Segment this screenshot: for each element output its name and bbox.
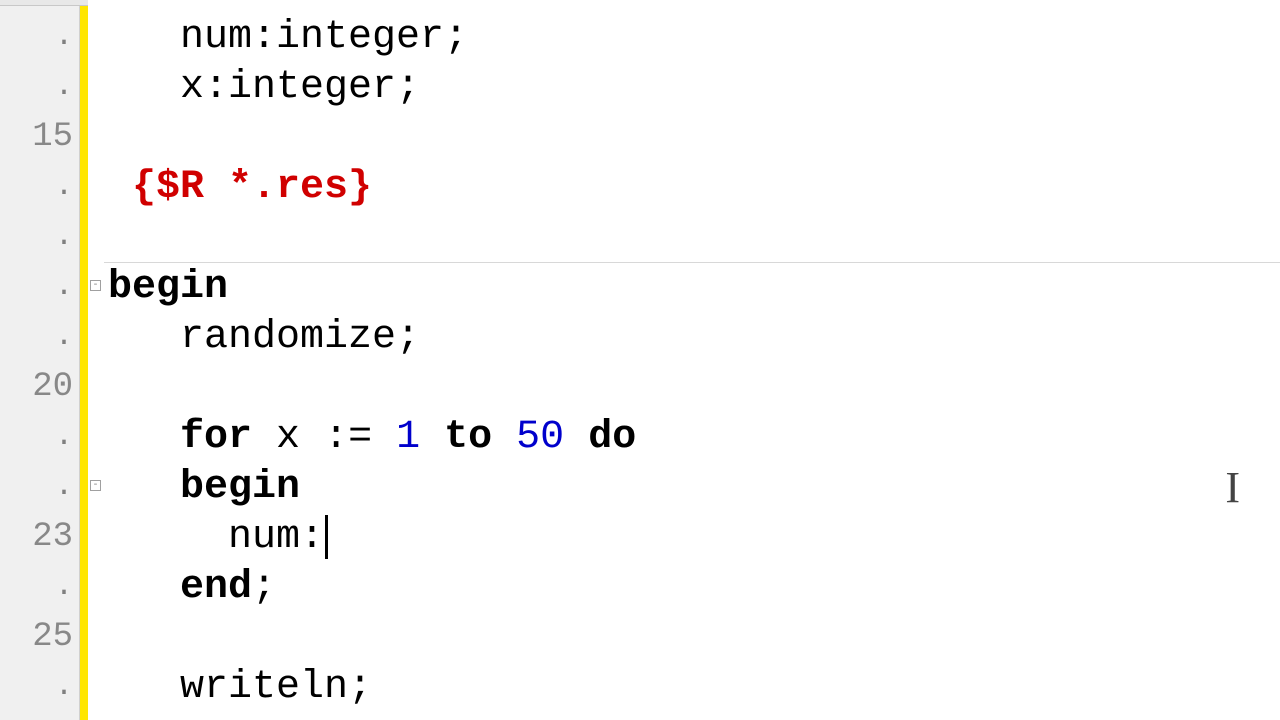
gutter-mark: . xyxy=(0,312,79,362)
identifier: x xyxy=(276,415,300,460)
code-text: writeln; xyxy=(180,665,372,710)
code-text: randomize; xyxy=(180,315,420,360)
gutter-mark: . xyxy=(0,262,79,312)
compiler-directive: {$R *.res} xyxy=(132,165,372,210)
keyword-begin: begin xyxy=(108,265,228,310)
operator-assign: := xyxy=(324,415,372,460)
keyword-to: to xyxy=(444,415,492,460)
code-text: num:integer; xyxy=(180,15,468,60)
code-text: x:integer; xyxy=(180,65,420,110)
code-line[interactable]: {$R *.res} xyxy=(104,162,1280,212)
code-line[interactable] xyxy=(104,212,1280,262)
code-line[interactable] xyxy=(104,362,1280,412)
code-editor[interactable]: . . 15 . . . . 20 . . 23 . 25 . - - num:… xyxy=(0,0,1280,720)
code-line[interactable]: end; xyxy=(104,562,1280,612)
code-line[interactable]: num: xyxy=(104,512,1280,562)
gutter-mark: . xyxy=(0,462,79,512)
gutter-line-number: 15 xyxy=(0,112,79,162)
gutter-line-number: 20 xyxy=(0,362,79,412)
keyword-begin: begin xyxy=(180,465,300,510)
code-line[interactable]: randomize; xyxy=(104,312,1280,362)
code-line[interactable]: begin xyxy=(104,262,1280,312)
keyword-for: for xyxy=(180,415,252,460)
gutter-mark: . xyxy=(0,212,79,262)
code-line[interactable]: writeln; xyxy=(104,662,1280,712)
code-line[interactable] xyxy=(104,612,1280,662)
keyword-end: end xyxy=(180,565,252,610)
gutter-mark: . xyxy=(0,662,79,712)
gutter-line-number: 23 xyxy=(0,512,79,562)
gutter-mark: . xyxy=(0,562,79,612)
keyword-do: do xyxy=(588,415,636,460)
line-number-gutter[interactable]: . . 15 . . . . 20 . . 23 . 25 . xyxy=(0,0,80,720)
gutter-mark: . xyxy=(0,162,79,212)
number-literal: 1 xyxy=(396,415,420,460)
code-line[interactable]: num:integer; xyxy=(104,12,1280,62)
code-line[interactable] xyxy=(104,112,1280,162)
region-separator xyxy=(104,262,1280,263)
gutter-mark: . xyxy=(0,12,79,62)
code-text: ; xyxy=(252,565,276,610)
modification-bar xyxy=(80,0,88,720)
fold-toggle-icon[interactable]: - xyxy=(90,480,101,491)
code-area[interactable]: num:integer; x:integer; {$R *.res} begin… xyxy=(104,0,1280,720)
code-line[interactable]: x:integer; xyxy=(104,62,1280,112)
fold-gutter[interactable]: - - xyxy=(88,0,104,720)
gutter-line-number: 25 xyxy=(0,612,79,662)
number-literal: 50 xyxy=(516,415,564,460)
code-line[interactable]: begin xyxy=(104,462,1280,512)
fold-toggle-icon[interactable]: - xyxy=(90,280,101,291)
gutter-mark: . xyxy=(0,412,79,462)
text-caret xyxy=(325,515,328,559)
code-text: num: xyxy=(228,515,324,560)
code-line[interactable]: for x := 1 to 50 do xyxy=(104,412,1280,462)
gutter-mark: . xyxy=(0,62,79,112)
